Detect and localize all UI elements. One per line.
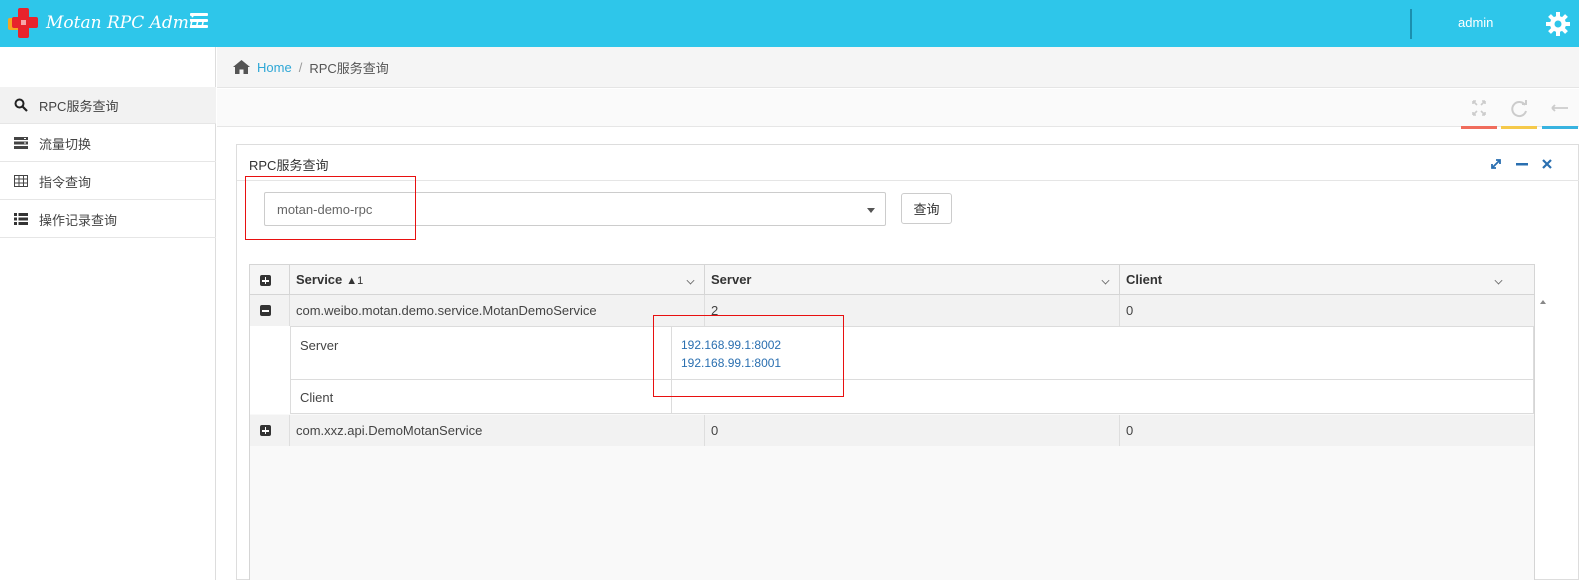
hamburger-icon-line	[190, 25, 208, 28]
sort-order: 1	[357, 275, 364, 287]
cell-client: 0	[1126, 303, 1134, 318]
sidebar-item-command-query[interactable]: 指令查询	[0, 163, 216, 200]
search-icon	[14, 98, 28, 112]
brand-title: Motan RPC Admin	[46, 13, 206, 33]
plus-square-icon	[260, 425, 271, 436]
panel-expand-icon[interactable]	[1489, 157, 1503, 171]
column-header-service[interactable]: Service ▲1	[290, 265, 705, 295]
detail-table: Server Client 192.168.99.1:8002 192.168.…	[290, 326, 1534, 414]
breadcrumb: Home / RPC服务查询	[217, 47, 1579, 88]
caret-down-icon	[867, 208, 875, 213]
cell-service: com.xxz.api.DemoMotanService	[290, 415, 705, 446]
group-select[interactable]: motan-demo-rpc	[264, 192, 886, 226]
toggle-width-button[interactable]	[1542, 97, 1578, 129]
cell-service: com.weibo.motan.demo.service.MotanDemoSe…	[290, 295, 705, 326]
motan-logo-icon	[6, 6, 42, 40]
row-detail: Server Client 192.168.99.1:8002 192.168.…	[250, 326, 1534, 414]
server-address-link[interactable]: 192.168.99.1:8001	[681, 356, 781, 370]
hamburger-icon-line	[190, 19, 208, 22]
page-toolbar	[217, 89, 1579, 129]
detail-row-divider	[291, 379, 1533, 380]
chevron-down-icon	[1101, 276, 1110, 285]
column-label: Client	[1126, 272, 1163, 287]
sidebar-item-rpc-service-query[interactable]: RPC服务查询	[0, 87, 216, 124]
cell-server: 2	[705, 295, 1120, 326]
grid-header: Service ▲1 Server Client	[250, 265, 1534, 295]
expand-icon	[1472, 100, 1486, 116]
sidebar-item-operation-log-query[interactable]: 操作记录查询	[0, 201, 216, 238]
detail-client-label: Client	[300, 390, 334, 405]
rpc-query-panel: RPC服务查询 motan-demo-rpc 查询 Service ▲1 Serv…	[236, 144, 1579, 580]
minus-square-icon	[260, 305, 271, 316]
sidebar-item-label: 操作记录查询	[39, 212, 118, 228]
column-label: Service	[296, 272, 343, 287]
toolbar-accent-bar	[1542, 126, 1578, 129]
panel-close-icon[interactable]	[1540, 157, 1554, 171]
panel-header-divider	[237, 180, 1579, 181]
brand[interactable]: Motan RPC Admin	[6, 8, 205, 38]
detail-column-divider	[671, 327, 672, 413]
cell-server: 0	[705, 415, 1120, 446]
hamburger-icon	[190, 13, 208, 16]
sidebar: RPC服务查询 流量切换 指令查询 操作记录查询	[0, 47, 216, 580]
cell-client: 0	[1126, 423, 1134, 438]
breadcrumb-separator: /	[298, 59, 303, 75]
chevron-down-icon	[686, 276, 695, 285]
table-icon	[14, 174, 28, 188]
expand-all-header[interactable]	[250, 265, 290, 295]
chevron-down-icon	[1494, 276, 1503, 285]
panel-collapse-icon[interactable]	[1515, 157, 1529, 171]
table-row[interactable]: com.xxz.api.DemoMotanService 0 0	[250, 415, 1534, 446]
column-header-client[interactable]: Client	[1120, 265, 1534, 295]
server-icon	[14, 136, 28, 150]
user-menu[interactable]: admin	[1458, 15, 1493, 30]
refresh-icon	[1511, 100, 1527, 118]
refresh-button[interactable]	[1501, 97, 1537, 129]
scroll-up-icon[interactable]	[1540, 300, 1546, 304]
fullscreen-button[interactable]	[1461, 97, 1497, 129]
server-address-link[interactable]: 192.168.99.1:8002	[681, 338, 781, 352]
service-grid: Service ▲1 Server Client com.weibo.motan.…	[249, 264, 1546, 580]
query-button[interactable]: 查询	[901, 193, 952, 224]
top-navbar: Motan RPC Admin admin	[0, 0, 1579, 47]
arrows-horizontal-icon	[1551, 104, 1568, 112]
list-icon	[14, 212, 28, 226]
menu-toggle-button[interactable]	[190, 13, 208, 33]
column-header-server[interactable]: Server	[705, 265, 1120, 295]
row-toggle[interactable]	[250, 295, 290, 326]
breadcrumb-current: RPC服务查询	[309, 60, 389, 76]
sidebar-item-label: 流量切换	[39, 136, 92, 152]
table-row[interactable]: com.weibo.motan.demo.service.MotanDemoSe…	[250, 295, 1534, 326]
toolbar-accent-bar	[1461, 126, 1497, 129]
sidebar-item-traffic-switch[interactable]: 流量切换	[0, 125, 216, 162]
settings-gear-icon[interactable]	[1545, 11, 1571, 37]
toolbar-accent-bar	[1501, 126, 1537, 129]
detail-server-label: Server	[300, 338, 339, 353]
plus-square-icon	[260, 275, 271, 286]
home-icon	[233, 60, 250, 74]
sidebar-item-label: 指令查询	[39, 174, 92, 190]
sidebar-item-label: RPC服务查询	[39, 98, 119, 114]
breadcrumb-home-link[interactable]: Home	[257, 60, 292, 75]
group-select-value: motan-demo-rpc	[277, 202, 373, 217]
panel-title: RPC服务查询	[249, 158, 329, 173]
sort-asc-icon: ▲1	[346, 275, 364, 287]
column-label: Server	[711, 272, 752, 287]
row-toggle[interactable]	[250, 415, 290, 446]
navbar-divider	[1410, 9, 1412, 39]
